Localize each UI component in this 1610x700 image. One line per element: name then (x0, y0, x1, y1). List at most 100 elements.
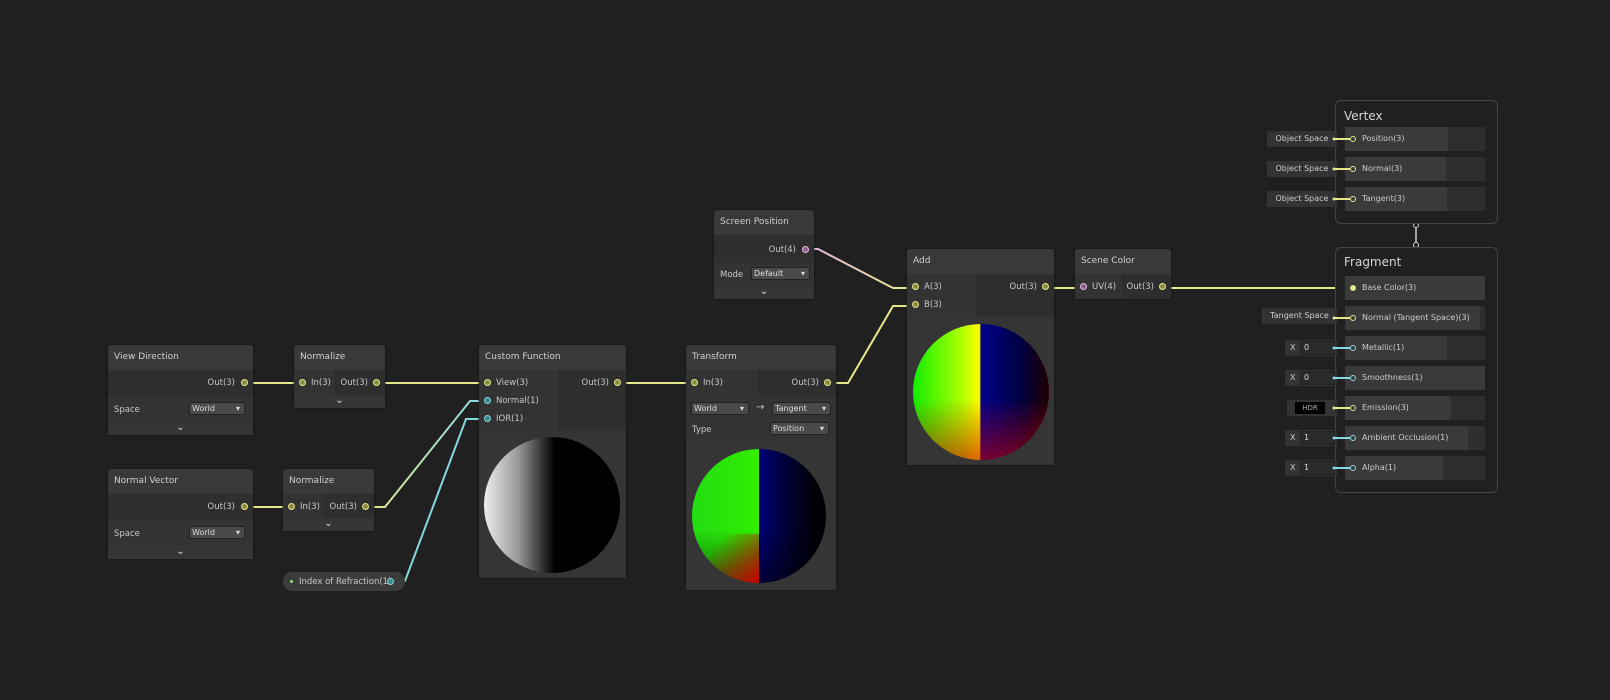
out-port[interactable] (241, 503, 248, 510)
node-title: Add (907, 249, 1054, 274)
out-port-label: Out(4) (768, 245, 796, 255)
collapse-chevron-icon[interactable]: ⌄ (108, 546, 253, 559)
in-port-label: In(3) (300, 502, 320, 512)
slot-port[interactable] (1350, 196, 1356, 202)
transform-node[interactable]: Transform In(3) Out(3) World → Tangent T… (686, 345, 836, 590)
slot-port[interactable] (1350, 405, 1356, 411)
node-title: Custom Function (479, 345, 626, 370)
a-port[interactable] (912, 283, 919, 290)
normalize-node[interactable]: Normalize In(3) Out(3) ⌄ (294, 345, 385, 408)
fragment-title: Fragment (1344, 255, 1402, 269)
out-port[interactable] (387, 578, 394, 585)
view-direction-node[interactable]: View Direction Out(3) Space World ⌄ (108, 345, 253, 435)
normal-port[interactable] (484, 397, 491, 404)
in-port[interactable] (288, 503, 295, 510)
type-dropdown[interactable]: Position (770, 422, 829, 435)
fragment-slot-base-color[interactable]: Base Color(3) (1345, 276, 1485, 300)
slot-port[interactable] (1350, 136, 1356, 142)
vertex-slot-normal[interactable]: Normal(3) (1345, 157, 1485, 181)
vertex-slot-position[interactable]: Position(3) (1345, 127, 1485, 151)
slot-port[interactable] (1350, 166, 1356, 172)
index-of-refraction-property-node[interactable]: Index of Refraction(1) (283, 572, 405, 591)
out-port[interactable] (362, 503, 369, 510)
slot-port[interactable] (1350, 345, 1356, 351)
normal-vector-node[interactable]: Normal Vector Out(3) Space World ⌄ (108, 469, 253, 559)
slot-label: Metallic(1) (1345, 336, 1447, 360)
out-port[interactable] (1042, 283, 1049, 290)
scene-color-node[interactable]: Scene Color UV(4) Out(3) (1075, 249, 1171, 299)
fragment-slot-alpha[interactable]: Alpha(1) (1345, 456, 1485, 480)
metallic-default[interactable]: X0 (1285, 340, 1337, 356)
ambient-occlusion-default[interactable]: X1 (1285, 430, 1337, 446)
metallic-value-input[interactable]: 0 (1300, 341, 1335, 355)
out-port[interactable] (241, 379, 248, 386)
in-port[interactable] (691, 379, 698, 386)
screen-position-node[interactable]: Screen Position Out(4) Mode Default ⌄ (714, 210, 814, 299)
node-title: Normalize (283, 469, 374, 494)
uv-port[interactable] (1080, 283, 1087, 290)
edge-transform-add-b (831, 305, 911, 384)
mode-dropdown[interactable]: Default (751, 267, 810, 280)
fragment-slot-ambient-occlusion[interactable]: Ambient Occlusion(1) (1345, 426, 1485, 450)
collapse-chevron-icon[interactable]: ⌄ (294, 395, 385, 408)
hdr-color-swatch[interactable]: HDR (1295, 402, 1325, 414)
node-title: Normalize (294, 345, 385, 370)
b-port[interactable] (912, 301, 919, 308)
smoothness-value-input[interactable]: 0 (1300, 371, 1335, 385)
slot-port[interactable] (1350, 315, 1356, 321)
alpha-default[interactable]: X1 (1285, 460, 1337, 476)
emission-default[interactable]: HDR (1287, 400, 1337, 416)
default-space-field[interactable]: Object Space (1267, 191, 1337, 207)
exposed-dot-icon (290, 580, 293, 583)
ao-value-input[interactable]: 1 (1300, 431, 1335, 445)
a-port-label: A(3) (924, 282, 942, 292)
space-dropdown[interactable]: World (189, 402, 245, 415)
type-label: Type (692, 425, 712, 435)
normalize-node[interactable]: Normalize In(3) Out(3) ⌄ (283, 469, 374, 531)
collapse-chevron-icon[interactable]: ⌄ (108, 422, 253, 435)
default-space-field[interactable]: Object Space (1267, 161, 1337, 177)
collapse-chevron-icon[interactable]: ⌄ (714, 286, 814, 299)
fragment-slot-smoothness[interactable]: Smoothness(1) (1345, 366, 1485, 390)
slot-label: Tangent(3) (1345, 187, 1447, 211)
preview (907, 317, 1054, 465)
out-port[interactable] (1159, 283, 1166, 290)
out-port[interactable] (802, 246, 809, 253)
alpha-value-input[interactable]: 1 (1300, 461, 1335, 475)
default-space-field[interactable]: Object Space (1267, 131, 1337, 147)
property-label: Index of Refraction(1) (299, 577, 392, 587)
view-port[interactable] (484, 379, 491, 386)
fragment-slot-metallic[interactable]: Metallic(1) (1345, 336, 1485, 360)
fragment-slot-normal[interactable]: Normal (Tangent Space)(3) (1345, 306, 1485, 330)
out-port[interactable] (614, 379, 621, 386)
out-port-label: Out(3) (340, 378, 368, 388)
edge-normalize-customfunction-normal (369, 400, 484, 508)
ior-port-label: IOR(1) (496, 414, 524, 424)
smoothness-default[interactable]: X0 (1285, 370, 1337, 386)
out-port[interactable] (824, 379, 831, 386)
edge-screenposition-add-a (808, 248, 911, 289)
vertex-slot-tangent[interactable]: Tangent(3) (1345, 187, 1485, 211)
default-space-field[interactable]: Tangent Space (1262, 308, 1337, 324)
ior-port[interactable] (484, 415, 491, 422)
out-port[interactable] (373, 379, 380, 386)
custom-function-node[interactable]: Custom Function View(3) Normal(1) IOR(1)… (479, 345, 626, 578)
slot-label: Ambient Occlusion(1) (1345, 426, 1468, 450)
slot-port[interactable] (1350, 435, 1356, 441)
preview (686, 443, 836, 590)
collapse-chevron-icon[interactable]: ⌄ (283, 518, 374, 531)
space-dropdown[interactable]: World (189, 526, 245, 539)
in-port[interactable] (299, 379, 306, 386)
node-title: Scene Color (1075, 249, 1171, 274)
slot-port[interactable] (1350, 285, 1356, 291)
slot-port[interactable] (1350, 375, 1356, 381)
slot-label: Position(3) (1345, 127, 1448, 151)
to-space-dropdown[interactable]: Tangent (772, 402, 831, 415)
preview (479, 431, 626, 578)
fragment-slot-emission[interactable]: Emission(3) (1345, 396, 1485, 420)
from-space-dropdown[interactable]: World (691, 402, 749, 415)
slot-port[interactable] (1350, 465, 1356, 471)
in-port-label: In(3) (703, 378, 723, 388)
out-port-label: Out(3) (1009, 282, 1037, 292)
add-node[interactable]: Add A(3) B(3) Out(3) (907, 249, 1054, 465)
